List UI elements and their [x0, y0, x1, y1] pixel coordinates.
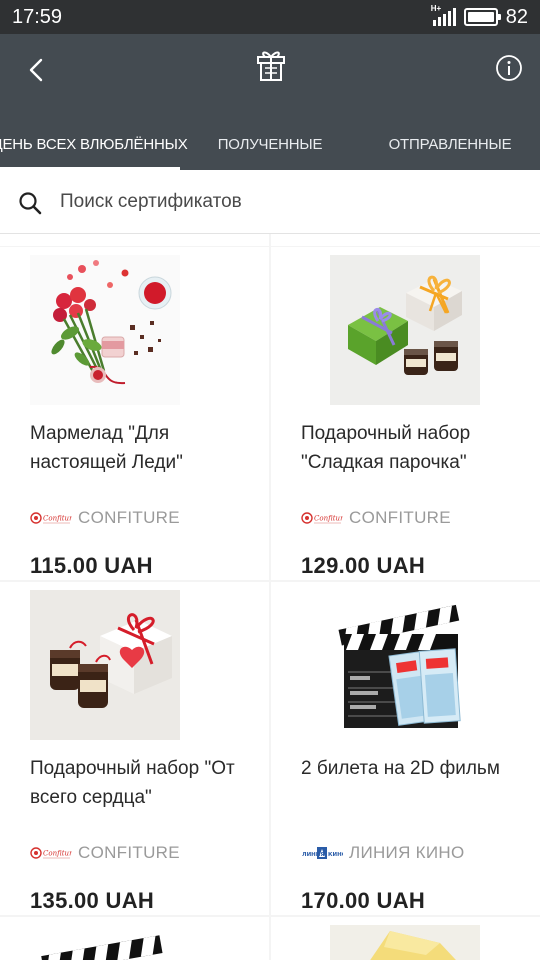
tab-bar: ДЕНЬ ВСЕХ ВЛЮБЛЁННЫХ ПОЛУЧЕННЫЕ ОТПРАВЛЕ… — [0, 118, 540, 170]
svg-text:КИНО: КИНО — [328, 852, 343, 858]
brand-name: CONFITURE — [78, 843, 180, 862]
brand: ЛИНИЯ КИНО ЛИНИЯ КИНО — [301, 841, 465, 865]
product-price: 135.00 UAH — [30, 888, 155, 913]
info-icon — [496, 55, 522, 81]
battery-icon — [463, 8, 501, 26]
tab-sent[interactable]: ОТПРАВЛЕННЫЕ — [360, 118, 540, 170]
back-arrow-icon — [29, 58, 43, 82]
product-image-clapperboard — [30, 925, 180, 960]
product-image-roses-and-jam — [30, 255, 180, 405]
brand: Confiture CONFITURE — [30, 506, 180, 530]
tab-label: ОТПРАВЛЕННЫЕ — [388, 135, 512, 153]
status-indicators: H+ 82 — [431, 4, 528, 29]
info-button[interactable] — [492, 51, 526, 85]
product-card[interactable]: Подарочный набор "От всего сердца" Confi… — [0, 582, 269, 915]
search-input[interactable] — [60, 182, 520, 222]
svg-text:Confiture: Confiture — [43, 515, 72, 523]
product-card[interactable]: Мармелад "Для настоящей Леди" Confiture … — [0, 247, 269, 580]
brand: Confiture CONFITURE — [301, 506, 451, 530]
tab-label: ДЕНЬ ВСЕХ ВЛЮБЛЁННЫХ — [0, 135, 188, 153]
product-image-jars-and-heart-box — [30, 590, 180, 740]
kino-logo-icon: ЛИНИЯ КИНО — [302, 847, 343, 859]
gift-box-logo-icon — [254, 48, 288, 82]
network-type: H+ — [430, 4, 442, 13]
previous-card-right — [271, 234, 540, 246]
brand-name: ЛИНИЯ КИНО — [349, 843, 465, 862]
product-card[interactable]: Подарочный набор "Сладкая парочка" Confi… — [271, 247, 540, 580]
brand-name: CONFITURE — [349, 508, 451, 527]
status-bar: 17:59 H+ 82 — [0, 0, 540, 34]
product-title: 2 билета на 2D фильм — [301, 758, 500, 779]
product-title: Подарочный набор "Сладкая парочка" — [301, 423, 471, 473]
svg-text:Confiture: Confiture — [43, 850, 72, 858]
product-card[interactable] — [271, 917, 540, 960]
search-bar — [0, 170, 540, 234]
brand: Confiture CONFITURE — [30, 841, 180, 865]
svg-text:Confiture: Confiture — [314, 515, 343, 523]
product-price: 115.00 UAH — [30, 553, 153, 578]
status-time: 17:59 — [12, 6, 63, 28]
product-card[interactable] — [0, 917, 269, 960]
search-icon — [19, 192, 42, 215]
product-image-gift-boxes-and-jars — [330, 255, 480, 405]
product-grid: Мармелад "Для настоящей Леди" Confiture … — [0, 234, 540, 960]
tab-valentines-day[interactable]: ДЕНЬ ВСЕХ ВЛЮБЛЁННЫХ — [0, 118, 188, 170]
product-image-clapperboard-and-tickets — [330, 590, 480, 740]
app-header: ДЕНЬ ВСЕХ ВЛЮБЛЁННЫХ ПОЛУЧЕННЫЕ ОТПРАВЛЕ… — [0, 34, 540, 170]
svg-text:ЛИНИЯ: ЛИНИЯ — [302, 852, 325, 858]
product-title: Подарочный набор "От всего сердца" — [30, 758, 235, 808]
signal-icon: H+ — [431, 4, 456, 26]
previous-card-left — [0, 234, 269, 246]
product-price: 129.00 UAH — [301, 553, 426, 578]
confiture-logo-icon: Confiture — [30, 847, 72, 859]
product-card[interactable]: 2 билета на 2D фильм ЛИНИЯ КИНО ЛИНИЯ КИ… — [271, 582, 540, 915]
product-title: Мармелад "Для настоящей Леди" — [30, 423, 183, 473]
back-button[interactable] — [16, 50, 56, 90]
product-image-food — [330, 925, 480, 960]
brand-name: CONFITURE — [78, 508, 180, 527]
tab-received[interactable]: ПОЛУЧЕННЫЕ — [180, 118, 360, 170]
confiture-logo-icon: Confiture — [301, 512, 343, 524]
battery-level: 82 — [505, 5, 528, 28]
confiture-logo-icon: Confiture — [30, 512, 72, 524]
product-price: 170.00 UAH — [301, 888, 426, 913]
tab-label: ПОЛУЧЕННЫЕ — [217, 135, 323, 153]
